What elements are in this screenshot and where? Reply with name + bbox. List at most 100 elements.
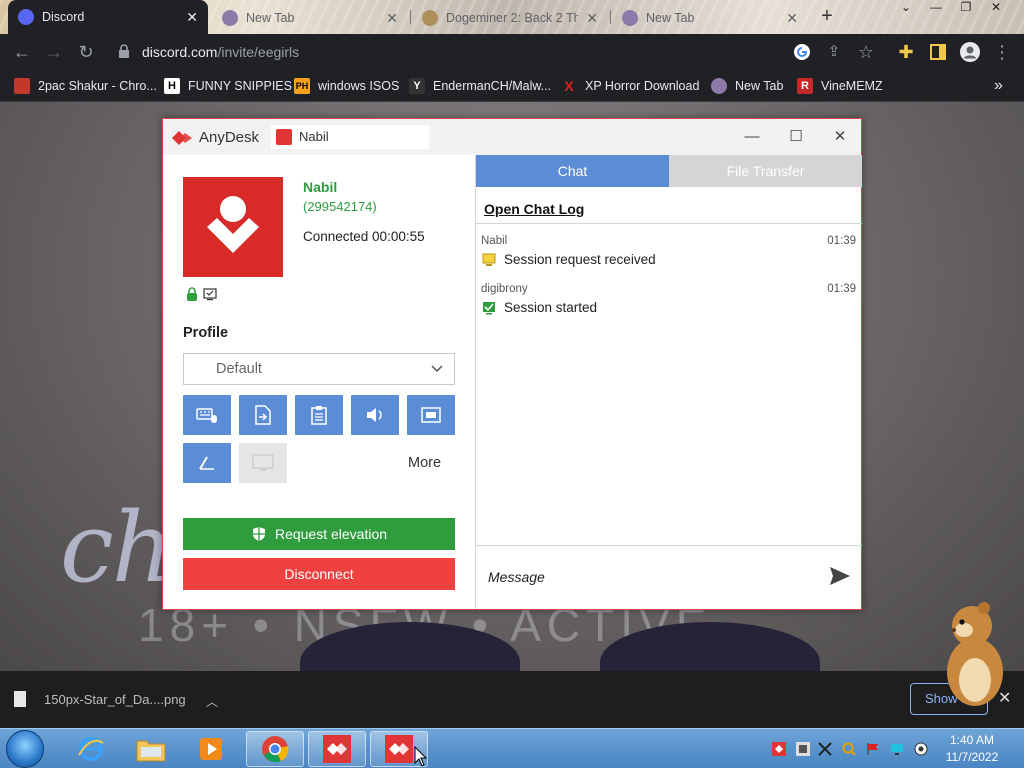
message-sender: digibrony (481, 283, 528, 295)
session-tab-label: Nabil (299, 129, 329, 144)
action-center-flag-icon[interactable] (866, 742, 880, 756)
bookmark-label: VineMEMZ (821, 79, 883, 93)
anydesk-user-icon (207, 196, 259, 253)
file-explorer-icon[interactable] (122, 731, 180, 767)
bookmark-xp-horror[interactable]: X XP Horror Download (561, 77, 699, 95)
close-icon[interactable]: ✕ (786, 10, 798, 27)
close-icon[interactable]: ✕ (186, 9, 198, 26)
remote-avatar (183, 177, 283, 277)
close-icon[interactable]: ✕ (823, 125, 857, 149)
anydesk-titlebar: AnyDesk Nabil — ☐ ✕ (163, 119, 861, 155)
anydesk-tray-icon[interactable] (772, 742, 786, 756)
google-icon[interactable] (790, 40, 814, 64)
minimize-icon[interactable]: — (922, 0, 950, 16)
more-bookmarks-chevron-icon[interactable]: » (994, 77, 1003, 95)
close-icon[interactable]: ✕ (586, 10, 598, 27)
tab-chat[interactable]: Chat (476, 155, 669, 187)
tray-search-icon[interactable] (842, 742, 856, 756)
whiteboard-button[interactable] (183, 443, 231, 483)
keyboard-mouse-button[interactable] (183, 395, 231, 435)
request-elevation-button[interactable]: Request elevation (183, 518, 455, 550)
forward-arrow-icon[interactable]: → (42, 40, 66, 64)
session-tab[interactable]: Nabil (271, 125, 429, 149)
restore-icon[interactable]: ❐ (952, 0, 980, 16)
download-item[interactable]: 150px-Star_of_Da....png (14, 691, 186, 707)
url-text: discord.com/invite/eegirls (142, 44, 300, 60)
profile-avatar-icon[interactable] (958, 40, 982, 64)
send-icon[interactable] (829, 565, 851, 587)
message-sender: Nabil (481, 235, 508, 247)
bookmark-endermanch[interactable]: Y EndermanCH/Malw... (409, 77, 551, 95)
bookmark-favicon: PH (294, 78, 310, 94)
clipboard-icon (311, 406, 327, 425)
bookmarks-bar: 2pac Shakur - Chro... H FUNNY SNIPPIES P… (0, 70, 1024, 102)
globe-icon (622, 10, 638, 26)
bookmark-2pac[interactable]: 2pac Shakur - Chro... (14, 77, 157, 95)
file-transfer-button[interactable] (239, 395, 287, 435)
chevron-up-icon[interactable]: ︿ (206, 693, 218, 710)
browser-tab-strip: Discord ✕ New Tab ✕ Dogeminer 2: Back 2 … (0, 0, 1024, 34)
profile-select[interactable]: Default (183, 353, 455, 385)
bookmark-funny-snippies[interactable]: H FUNNY SNIPPIES (164, 77, 292, 95)
monitor-check-icon (203, 288, 217, 301)
reload-icon[interactable]: ↻ (74, 40, 98, 64)
start-button[interactable] (6, 730, 44, 768)
bookmark-star-icon[interactable]: ☆ (854, 40, 878, 64)
bookmark-new-tab[interactable]: New Tab (711, 77, 783, 95)
hamster-pet[interactable] (940, 600, 1010, 710)
tab-new-tab-2[interactable]: New Tab ✕ (612, 2, 808, 34)
screen-button[interactable] (407, 395, 455, 435)
bookmark-favicon: H (164, 78, 180, 94)
tray-tool-icon[interactable] (818, 742, 832, 756)
close-icon[interactable]: ✕ (386, 10, 398, 27)
volume-icon[interactable] (914, 742, 928, 756)
bookmark-label: New Tab (735, 79, 784, 93)
clock-date[interactable]: 11/7/2022 (942, 750, 1002, 764)
address-bar[interactable]: discord.com/invite/eegirls (108, 38, 884, 66)
tray-app-icon[interactable] (796, 742, 810, 756)
globe-icon (711, 78, 727, 94)
close-window-icon[interactable]: ✕ (982, 0, 1010, 16)
message-input[interactable]: Message (488, 569, 545, 585)
bookmark-vinememz[interactable]: R VineMEMZ (797, 77, 883, 95)
lock-icon (187, 287, 197, 301)
audio-button[interactable] (351, 395, 399, 435)
tab-discord[interactable]: Discord ✕ (8, 0, 208, 34)
open-chat-log-link[interactable]: Open Chat Log (484, 201, 584, 217)
more-button[interactable]: More (408, 455, 441, 471)
anydesk-window: AnyDesk Nabil — ☐ ✕ Nabil (299542174) Co… (162, 118, 862, 610)
network-icon[interactable] (890, 742, 904, 756)
record-button[interactable] (239, 443, 287, 483)
anydesk-taskbar-icon[interactable] (308, 731, 366, 767)
tab-dogeminer[interactable]: Dogeminer 2: Back 2 The ✕ (412, 2, 608, 34)
file-icon (14, 691, 26, 707)
bookmark-label: windows ISOS (318, 79, 400, 93)
bookmark-favicon: R (797, 78, 813, 94)
bookmark-favicon: X (564, 78, 574, 94)
disconnect-button[interactable]: Disconnect (183, 558, 455, 590)
message-time: 01:39 (827, 283, 856, 295)
maximize-icon[interactable]: ☐ (779, 125, 813, 149)
anydesk-session-icon (276, 129, 292, 145)
tab-search-icon[interactable]: ⌄ (892, 0, 920, 16)
file-arrow-icon (255, 405, 271, 425)
bookmark-windows-isos[interactable]: PH windows ISOS (294, 77, 399, 95)
side-panel-icon[interactable] (926, 40, 950, 64)
internet-explorer-icon[interactable] (62, 731, 120, 767)
bookmark-label: FUNNY SNIPPIES (188, 79, 292, 93)
tab-title: New Tab (246, 11, 295, 25)
chrome-icon[interactable] (246, 731, 304, 767)
media-player-icon[interactable] (182, 731, 240, 767)
minimize-icon[interactable]: — (735, 125, 769, 149)
menu-kebab-icon[interactable]: ⋮ (990, 40, 1014, 64)
bookmark-label: 2pac Shakur - Chro... (38, 79, 157, 93)
tab-new-tab[interactable]: New Tab ✕ (212, 2, 408, 34)
clock-time[interactable]: 1:40 AM (942, 733, 1002, 747)
tab-file-transfer[interactable]: File Transfer (669, 155, 862, 187)
back-arrow-icon[interactable]: ← (10, 40, 34, 64)
share-icon[interactable]: ⇪ (822, 40, 846, 64)
extensions-icon[interactable]: ✚ (894, 40, 918, 64)
new-tab-button[interactable]: + (816, 5, 838, 27)
clipboard-button[interactable] (295, 395, 343, 435)
tab-divider (410, 10, 411, 24)
